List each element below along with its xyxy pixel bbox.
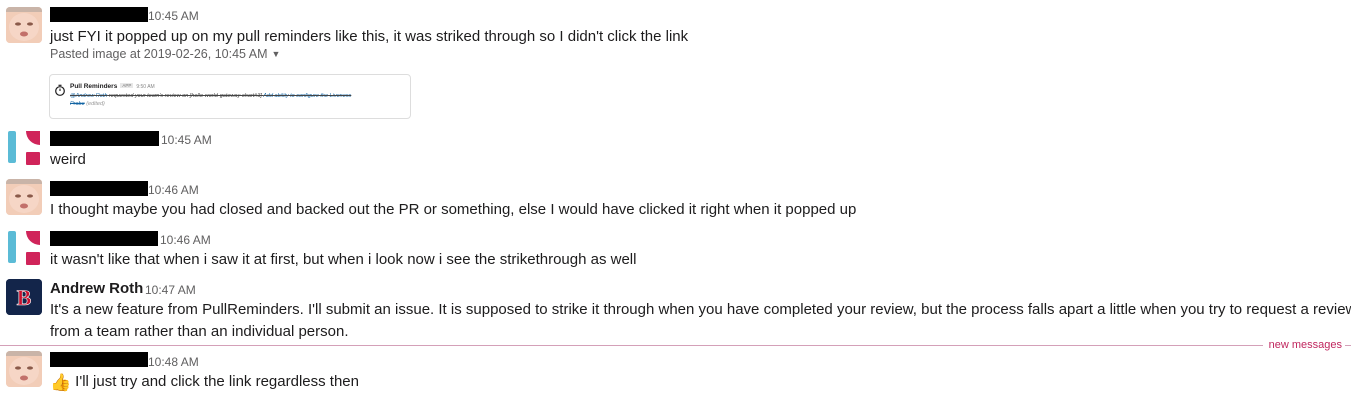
redacted-username: [50, 231, 158, 246]
svg-text:B: B: [17, 285, 32, 310]
user-avatar[interactable]: [6, 351, 42, 387]
stopwatch-icon: [55, 84, 65, 96]
caret-down-icon[interactable]: ▼: [272, 49, 281, 59]
message-timestamp[interactable]: 10:46 AM: [160, 233, 211, 247]
baby-face-avatar-icon: [6, 7, 42, 43]
preview-link-cont: Probe: [70, 101, 85, 107]
message-timestamp[interactable]: 10:46 AM: [148, 183, 199, 197]
baby-face-avatar-icon: [6, 351, 42, 387]
message-text: just FYI it popped up on my pull reminde…: [50, 28, 689, 45]
user-avatar[interactable]: [6, 129, 42, 165]
preview-time: 9:50 AM: [136, 84, 155, 90]
message-timestamp[interactable]: 10:45 AM: [148, 9, 199, 23]
logo-avatar-icon: [6, 229, 42, 265]
message-text-line-1: It's a new feature from PullReminders. I…: [50, 301, 1351, 318]
redacted-username: [50, 352, 148, 367]
message-text: weird: [50, 151, 86, 168]
preview-link: Add ability to configure the Liveness: [263, 93, 352, 99]
preview-line-2: Probe (edited): [70, 101, 105, 107]
user-avatar[interactable]: [6, 179, 42, 215]
app-badge: APP: [120, 83, 134, 88]
red-sox-logo-icon: B: [6, 279, 42, 315]
user-avatar[interactable]: [6, 229, 42, 265]
new-messages-divider: [0, 345, 1351, 346]
preview-app-name: Pull Reminders APP 9:50 AM: [70, 83, 155, 90]
preview-mention: @Andrew Roth: [70, 93, 108, 99]
message-text: I thought maybe you had closed and backe…: [50, 201, 857, 218]
redacted-username: [50, 7, 148, 22]
user-avatar[interactable]: B: [6, 279, 42, 315]
message-text: 👍 I'll just try and click the link regard…: [50, 371, 359, 394]
author-name[interactable]: Andrew Roth: [50, 280, 143, 297]
redacted-username: [50, 131, 159, 146]
preview-line-1: @Andrew Roth requested your team's revie…: [70, 93, 351, 99]
preview-edited: (edited): [86, 101, 105, 107]
image-preview[interactable]: Pull Reminders APP 9:50 AM @Andrew Roth re…: [49, 74, 411, 119]
message-timestamp[interactable]: 10:48 AM: [148, 355, 199, 369]
message-timestamp[interactable]: 10:47 AM: [145, 283, 196, 297]
message-text: it wasn't like that when i saw it at fir…: [50, 251, 637, 268]
attachment-title[interactable]: Pasted image at 2019-02-26, 10:45 AM ▼: [50, 47, 280, 61]
user-avatar[interactable]: [6, 7, 42, 43]
redacted-username: [50, 181, 148, 196]
attachment-label[interactable]: Pasted image at 2019-02-26, 10:45 AM: [50, 47, 268, 61]
message-text-line-2: from a team rather than an individual pe…: [50, 323, 349, 340]
logo-avatar-icon: [6, 129, 42, 165]
baby-face-avatar-icon: [6, 179, 42, 215]
message-timestamp[interactable]: 10:45 AM: [161, 133, 212, 147]
preview-app-label: Pull Reminders: [70, 83, 118, 90]
new-messages-label: new messages: [1262, 337, 1345, 353]
message-text-content: I'll just try and click the link regardl…: [75, 373, 359, 390]
preview-middle-text: requested your team's review on [hello-w…: [107, 93, 264, 99]
thumbs-up-icon[interactable]: 👍: [50, 373, 71, 392]
